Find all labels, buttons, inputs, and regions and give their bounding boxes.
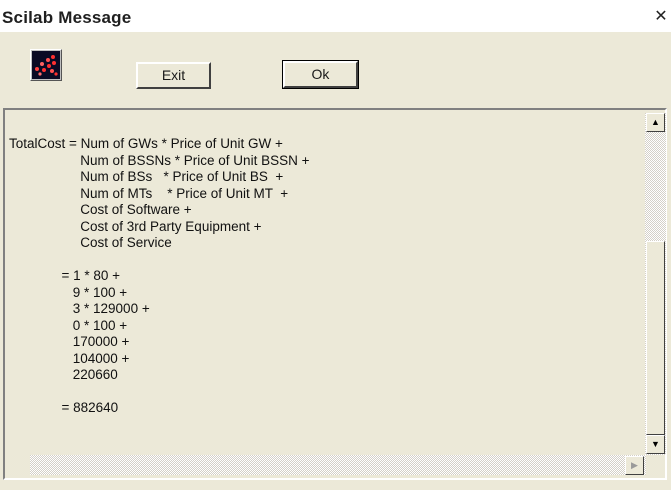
message-line: = 1 * 80 + — [9, 268, 121, 283]
message-line: Cost of Service — [9, 235, 172, 250]
arrow-down-icon[interactable]: ▼ — [646, 435, 665, 454]
arrow-right-icon[interactable]: ▶ — [625, 456, 644, 475]
message-line — [9, 252, 309, 269]
message-text-area[interactable]: TotalCost = Num of GWs * Price of Unit G… — [3, 108, 667, 480]
message-line: Cost of 3rd Party Equipment + — [9, 218, 262, 234]
message-line: 9 * 100 + — [9, 284, 128, 300]
exit-button[interactable]: Exit — [136, 62, 211, 89]
message-line: 170000 + — [9, 334, 130, 349]
horizontal-scrollbar[interactable] — [30, 455, 646, 475]
vertical-scroll-thumb[interactable] — [646, 241, 665, 435]
message-line: TotalCost = Num of GWs * Price of Unit G… — [9, 136, 283, 151]
close-icon[interactable]: ✕ — [652, 8, 670, 26]
title-bar[interactable]: Scilab Message ✕ — [0, 0, 671, 32]
arrow-up-icon[interactable]: ▲ — [646, 113, 665, 132]
ok-button[interactable]: Ok — [282, 60, 359, 89]
window-title: Scilab Message — [2, 8, 132, 27]
message-text: TotalCost = Num of GWs * Price of Unit G… — [9, 136, 309, 417]
message-line: 0 * 100 + — [9, 317, 128, 333]
message-line: 104000 + — [9, 350, 130, 366]
message-line: Cost of Software + — [9, 202, 192, 217]
message-line: 3 * 129000 + — [9, 301, 150, 316]
message-line: 220660 — [9, 367, 118, 382]
scilab-message-window: Scilab Message ✕ Exit Ok TotalCost = Num… — [0, 0, 671, 490]
message-line — [9, 384, 309, 401]
message-line: Num of BSs * Price of Unit BS + — [9, 169, 284, 184]
message-line: Num of MTs * Price of Unit MT + — [9, 185, 289, 201]
vertical-scrollbar[interactable]: ▲ ▼ — [645, 113, 666, 455]
message-line: Num of BSSNs * Price of Unit BSSN + — [9, 152, 310, 168]
message-line: = 882640 — [9, 400, 119, 415]
scilab-logo-icon — [30, 49, 62, 81]
